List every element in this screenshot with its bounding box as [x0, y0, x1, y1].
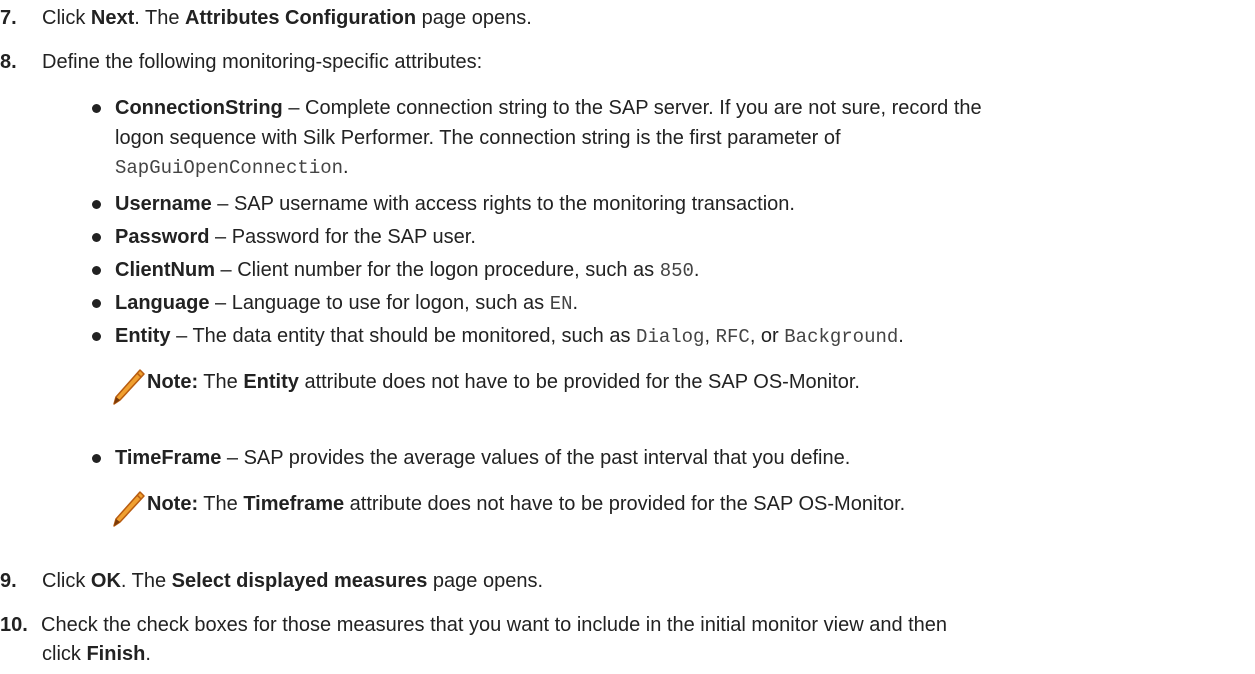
step-10: 10. Check the check boxes for those measu… — [0, 611, 947, 639]
bullet-dot — [92, 200, 101, 209]
note-text: Note: The Entity attribute does not have… — [147, 371, 860, 393]
attr-password: Password – Password for the SAP user. — [115, 226, 476, 248]
attr-language: Language – Language to use for logon, su… — [115, 292, 579, 315]
document-page: 7. Click Next. The Attributes Configurati… — [0, 0, 1255, 674]
step-10-line2: click Finish. — [42, 643, 151, 665]
attr-entity: Entity – The data entity that should be … — [115, 325, 904, 348]
note-text: Note: The Timeframe attribute does not h… — [147, 493, 906, 515]
step-9: 9. Click OK. The Select displayed measure… — [0, 567, 543, 595]
step-8: 8. Define the following monitoring-specif… — [0, 48, 482, 76]
attr-connectionstring: ConnectionString – Complete connection s… — [115, 97, 982, 119]
bullet-dot — [92, 266, 101, 275]
bullet-dot — [92, 233, 101, 242]
bullet-dot — [92, 332, 101, 341]
bullet-dot — [92, 454, 101, 463]
step-number: 10. — [0, 614, 28, 636]
attr-connectionstring-line2: logon sequence with Silk Performer. The … — [115, 127, 841, 149]
bullet-dot — [92, 299, 101, 308]
attr-clientnum: ClientNum – Client number for the logon … — [115, 259, 700, 282]
step-number: 8. — [0, 51, 17, 73]
attr-username: Username – SAP username with access righ… — [115, 193, 795, 215]
step-number: 9. — [0, 570, 17, 592]
pencil-icon — [113, 491, 145, 527]
pencil-icon — [113, 369, 145, 405]
step-number: 7. — [0, 7, 17, 29]
attr-connectionstring-line3: SapGuiOpenConnection. — [115, 156, 349, 179]
attr-timeframe: TimeFrame – SAP provides the average val… — [115, 447, 851, 469]
step-7: 7. Click Next. The Attributes Configurati… — [0, 4, 532, 32]
bullet-dot — [92, 104, 101, 113]
